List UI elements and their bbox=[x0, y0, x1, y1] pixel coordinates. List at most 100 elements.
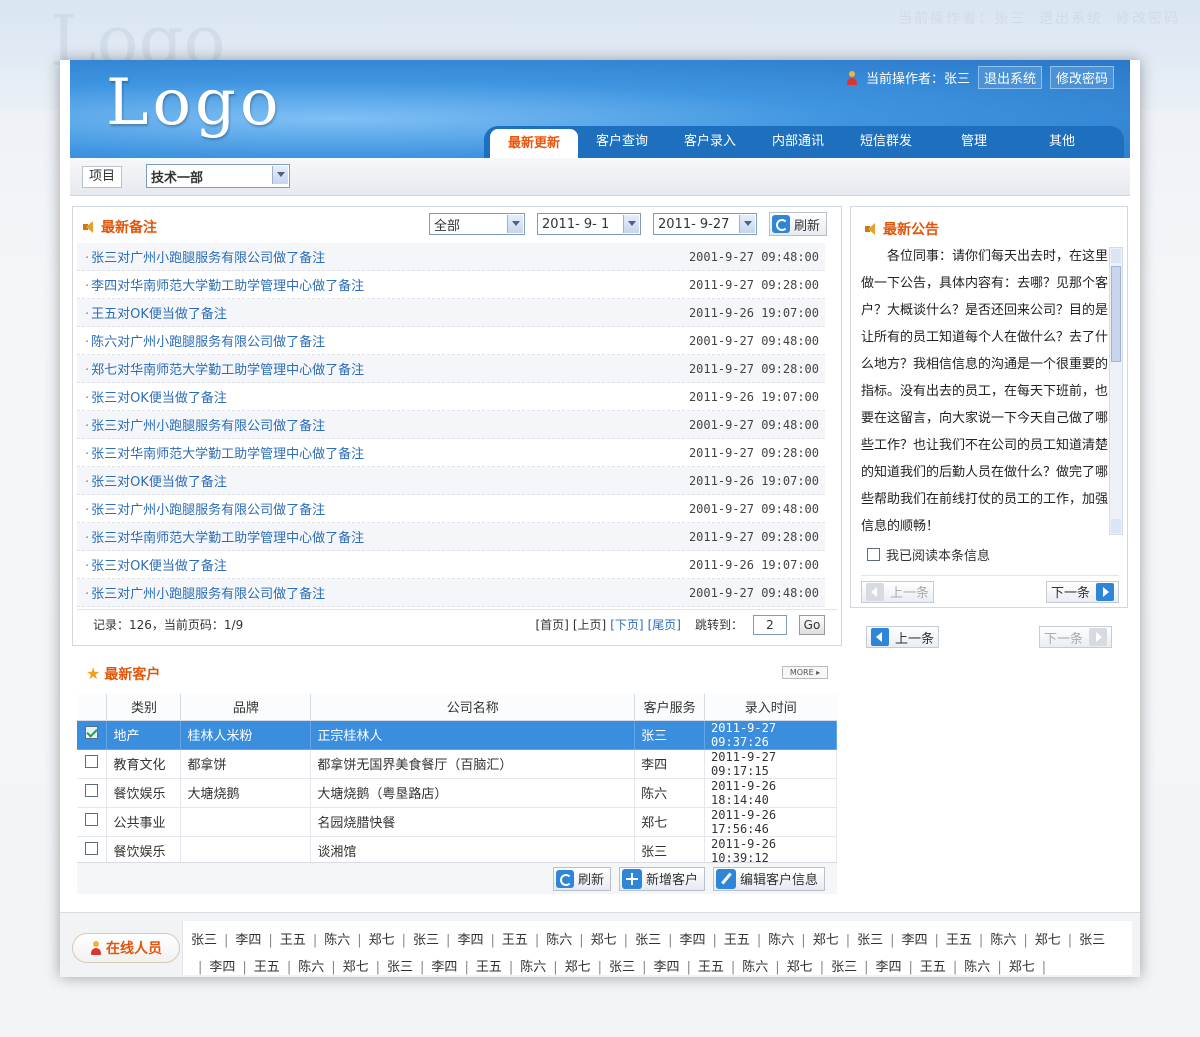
chevron-down-icon[interactable] bbox=[507, 215, 523, 233]
online-user[interactable]: 郑七 bbox=[813, 933, 839, 948]
online-user[interactable]: 李四 bbox=[679, 933, 705, 948]
table-row[interactable]: 教育文化 都拿饼 都拿饼无国界美食餐厅（百脑汇） 李四 2011-9-27 09… bbox=[77, 749, 837, 779]
chevron-down-icon[interactable] bbox=[739, 215, 755, 233]
online-user[interactable]: 陈六 bbox=[546, 933, 572, 948]
tab-latest-updates[interactable]: 最新更新 bbox=[490, 129, 578, 158]
online-user[interactable]: 郑七 bbox=[591, 933, 617, 948]
note-link[interactable]: 张三对广州小跑腿服务有限公司做了备注 bbox=[85, 415, 325, 434]
online-user[interactable]: 王五 bbox=[946, 933, 972, 948]
notes-refresh-button[interactable]: 刷新 bbox=[769, 212, 828, 236]
change-password-button[interactable]: 修改密码 bbox=[1049, 66, 1114, 89]
row-checkbox[interactable] bbox=[85, 842, 99, 855]
note-link[interactable]: 张三对OK便当做了备注 bbox=[85, 555, 227, 574]
announcement-next-button[interactable]: 下一条 bbox=[1045, 580, 1119, 603]
online-user[interactable]: 张三 bbox=[1079, 933, 1105, 948]
table-row[interactable]: 地产 桂林人米粉 正宗桂林人 张三 2011-9-27 09:37:26 bbox=[77, 720, 837, 750]
online-user[interactable]: 李四 bbox=[431, 960, 457, 975]
tab-management[interactable]: 管理 bbox=[930, 126, 1018, 158]
add-customer-button[interactable]: 新增客户 bbox=[618, 866, 705, 891]
online-user[interactable]: 王五 bbox=[476, 960, 502, 975]
note-link[interactable]: 张三对OK便当做了备注 bbox=[85, 387, 227, 406]
online-user[interactable]: 王五 bbox=[254, 960, 280, 975]
online-user[interactable]: 张三 bbox=[635, 933, 661, 948]
logout-button[interactable]: 退出系统 bbox=[977, 66, 1042, 89]
chevron-down-icon[interactable] bbox=[272, 166, 288, 184]
outer-next-button[interactable]: 下一条 bbox=[1038, 626, 1112, 648]
row-checkbox[interactable] bbox=[85, 726, 99, 739]
note-link[interactable]: 张三对OK便当做了备注 bbox=[85, 471, 227, 490]
first-page-link[interactable]: [首页] bbox=[535, 616, 568, 633]
date-from-picker[interactable]: 2011- 9- 1 bbox=[537, 213, 641, 235]
online-user[interactable]: 张三 bbox=[413, 933, 439, 948]
online-user[interactable]: 郑七 bbox=[369, 933, 395, 948]
online-user[interactable]: 郑七 bbox=[787, 960, 813, 975]
note-link[interactable]: 王五对OK便当做了备注 bbox=[85, 303, 227, 322]
online-user[interactable]: 张三 bbox=[831, 960, 857, 975]
online-user[interactable]: 郑七 bbox=[1035, 933, 1061, 948]
online-user[interactable]: 张三 bbox=[609, 960, 635, 975]
online-user[interactable]: 李四 bbox=[875, 960, 901, 975]
online-user[interactable]: 王五 bbox=[502, 933, 528, 948]
online-user[interactable]: 李四 bbox=[902, 933, 928, 948]
online-user[interactable]: 李四 bbox=[209, 960, 235, 975]
online-user[interactable]: 陈六 bbox=[990, 933, 1016, 948]
online-user[interactable]: 张三 bbox=[857, 933, 883, 948]
outer-prev-button[interactable]: 上一条 bbox=[866, 626, 940, 648]
tab-customer-entry[interactable]: 客户录入 bbox=[666, 126, 754, 158]
online-user[interactable]: 陈六 bbox=[520, 960, 546, 975]
note-link[interactable]: 张三对广州小跑腿服务有限公司做了备注 bbox=[85, 499, 325, 518]
online-user[interactable]: 李四 bbox=[235, 933, 261, 948]
online-user[interactable]: 郑七 bbox=[565, 960, 591, 975]
go-button[interactable]: Go bbox=[799, 614, 825, 635]
online-user[interactable]: 王五 bbox=[698, 960, 724, 975]
note-link[interactable]: 陈六对广州小跑腿服务有限公司做了备注 bbox=[85, 331, 325, 350]
online-user[interactable]: 陈六 bbox=[324, 933, 350, 948]
online-user[interactable]: 李四 bbox=[653, 960, 679, 975]
note-link[interactable]: 张三对华南师范大学勤工助学管理中心做了备注 bbox=[85, 443, 364, 462]
note-link[interactable]: 张三对广州小跑腿服务有限公司做了备注 bbox=[85, 247, 325, 266]
announcement-prev-button[interactable]: 上一条 bbox=[861, 580, 935, 603]
online-user[interactable]: 陈六 bbox=[742, 960, 768, 975]
row-checkbox[interactable] bbox=[85, 813, 99, 826]
note-link[interactable]: 李四对华南师范大学勤工助学管理中心做了备注 bbox=[85, 275, 364, 294]
last-page-link[interactable]: [尾页] bbox=[648, 616, 681, 633]
tab-other[interactable]: 其他 bbox=[1018, 126, 1106, 158]
online-user[interactable]: 陈六 bbox=[964, 960, 990, 975]
tab-customer-query[interactable]: 客户查询 bbox=[578, 126, 666, 158]
row-checkbox[interactable] bbox=[85, 784, 99, 797]
note-link[interactable]: 张三对广州小跑腿服务有限公司做了备注 bbox=[85, 583, 325, 602]
date-to-picker[interactable]: 2011- 9-27 bbox=[653, 213, 757, 235]
read-checkbox[interactable] bbox=[867, 548, 880, 561]
more-button[interactable]: MORE ▸ bbox=[782, 666, 828, 679]
note-link[interactable]: 郑七对华南师范大学勤工助学管理中心做了备注 bbox=[85, 359, 364, 378]
table-row[interactable]: 公共事业 名园烧腊快餐 郑七 2011-9-26 17:56:46 bbox=[77, 807, 837, 837]
scroll-thumb[interactable] bbox=[1111, 266, 1121, 362]
chevron-down-icon[interactable] bbox=[623, 215, 639, 233]
tab-sms-broadcast[interactable]: 短信群发 bbox=[842, 126, 930, 158]
online-user[interactable]: 李四 bbox=[457, 933, 483, 948]
online-user[interactable]: 郑七 bbox=[1009, 960, 1035, 975]
online-user[interactable]: 陈六 bbox=[298, 960, 324, 975]
scroll-down-icon[interactable] bbox=[1111, 519, 1121, 533]
online-user[interactable]: 郑七 bbox=[343, 960, 369, 975]
department-select[interactable]: 技术一部 bbox=[146, 164, 290, 188]
announcement-scrollbar[interactable] bbox=[1109, 247, 1123, 535]
table-row[interactable]: 餐饮娱乐 大塘烧鹅 大塘烧鹅（粤垦路店） 陈六 2011-9-26 18:14:… bbox=[77, 778, 837, 808]
scroll-up-icon[interactable] bbox=[1111, 249, 1121, 263]
table-row[interactable]: 餐饮娱乐 谈湘馆 张三 2011-9-26 10:39:12 bbox=[77, 836, 837, 866]
online-user[interactable]: 王五 bbox=[920, 960, 946, 975]
online-user[interactable]: 张三 bbox=[191, 933, 217, 948]
online-user[interactable]: 陈六 bbox=[768, 933, 794, 948]
row-checkbox[interactable] bbox=[85, 755, 99, 768]
edit-customer-button[interactable]: 编辑客户信息 bbox=[712, 866, 825, 891]
note-link[interactable]: 张三对华南师范大学勤工助学管理中心做了备注 bbox=[85, 527, 364, 546]
online-user[interactable]: 王五 bbox=[724, 933, 750, 948]
online-user[interactable]: 王五 bbox=[280, 933, 306, 948]
page-jump-input[interactable]: 2 bbox=[753, 614, 787, 635]
online-user[interactable]: 张三 bbox=[387, 960, 413, 975]
note-type-select[interactable]: 全部 bbox=[429, 213, 525, 235]
prev-page-link[interactable]: [上页] bbox=[573, 616, 606, 633]
tab-internal-messages[interactable]: 内部通讯 bbox=[754, 126, 842, 158]
read-confirm[interactable]: 我已阅读本条信息 bbox=[867, 545, 990, 564]
customers-refresh-button[interactable]: 刷新 bbox=[552, 866, 611, 891]
